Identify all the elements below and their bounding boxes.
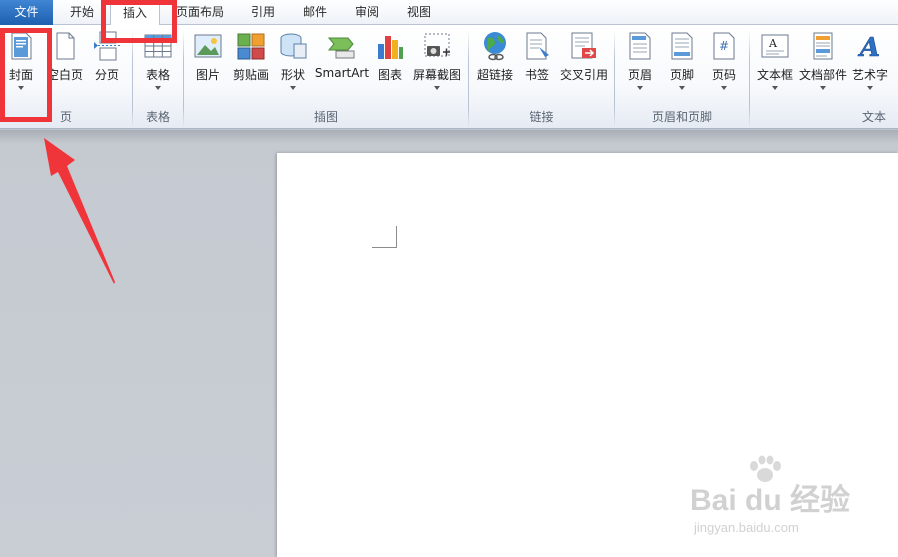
smartart-icon bbox=[327, 37, 355, 59]
red-arrow-annotation bbox=[44, 138, 115, 284]
globe-link-icon bbox=[484, 32, 506, 61]
chart-button[interactable]: 图表 bbox=[372, 28, 408, 102]
screenshot-button[interactable]: 屏幕截图 bbox=[413, 28, 461, 102]
insert-tab-highlight bbox=[101, 0, 177, 43]
group-label-links: 链接 bbox=[529, 110, 554, 124]
cover-button-highlight bbox=[0, 28, 52, 122]
text-box-button[interactable]: A 文本框 bbox=[756, 28, 794, 102]
page-number-icon: # bbox=[713, 32, 735, 60]
svg-text:#: # bbox=[719, 39, 729, 53]
chevron-down-icon bbox=[867, 86, 873, 90]
svg-text:A: A bbox=[768, 37, 778, 50]
svg-text:A: A bbox=[857, 33, 880, 62]
screenshot-icon bbox=[424, 33, 450, 57]
hyperlink-button[interactable]: 超链接 bbox=[476, 28, 514, 102]
page-number-button[interactable]: # 页码 bbox=[706, 28, 742, 102]
chevron-down-icon bbox=[290, 86, 296, 90]
tab-view[interactable]: 视图 bbox=[396, 0, 442, 25]
wordart-label: 艺术字 bbox=[851, 68, 888, 82]
picture-button[interactable]: 图片 bbox=[190, 28, 226, 102]
page-margin-corner-mark bbox=[372, 226, 397, 248]
chevron-down-icon bbox=[772, 86, 778, 90]
group-label-text: 文本 bbox=[862, 110, 887, 124]
blank-page-icon bbox=[56, 32, 75, 60]
text-box-icon: A bbox=[761, 34, 789, 58]
wordart-button[interactable]: A 艺术字 bbox=[852, 28, 888, 102]
footer-icon bbox=[671, 32, 693, 60]
tab-file[interactable]: 文件 bbox=[0, 0, 53, 25]
footer-button[interactable]: 页脚 bbox=[664, 28, 700, 102]
screenshot-label: 屏幕截图 bbox=[412, 68, 461, 82]
cross-reference-button[interactable]: 交叉引用 bbox=[560, 28, 608, 102]
page-break-label: 分页 bbox=[94, 68, 119, 82]
shapes-icon bbox=[280, 33, 307, 59]
bookmark-icon bbox=[526, 32, 549, 60]
clip-art-icon bbox=[237, 33, 265, 60]
shapes-button[interactable]: 形状 bbox=[275, 28, 311, 102]
quick-parts-icon bbox=[813, 32, 833, 60]
chart-icon bbox=[378, 36, 403, 59]
tab-mailings[interactable]: 邮件 bbox=[292, 0, 338, 25]
watermark: Bai du 经验 jingyan.baidu.com bbox=[690, 455, 890, 545]
group-label-tables: 表格 bbox=[145, 110, 170, 124]
wordart-icon: A bbox=[857, 33, 881, 62]
quick-parts-button[interactable]: 文档部件 bbox=[799, 28, 847, 102]
chevron-down-icon bbox=[721, 86, 727, 90]
chevron-down-icon bbox=[820, 86, 826, 90]
watermark-url: jingyan.baidu.com bbox=[694, 520, 799, 535]
header-button[interactable]: 页眉 bbox=[622, 28, 658, 102]
header-icon bbox=[629, 32, 651, 60]
bookmark-button[interactable]: 书签 bbox=[520, 28, 554, 102]
cross-reference-label: 交叉引用 bbox=[559, 68, 608, 82]
tab-review[interactable]: 审阅 bbox=[344, 0, 390, 25]
picture-icon bbox=[194, 34, 222, 58]
smartart-button[interactable]: SmartArt bbox=[315, 28, 369, 102]
page-number-label: 页码 bbox=[711, 68, 736, 82]
chevron-down-icon bbox=[434, 86, 440, 90]
watermark-brand: Bai du 经验 bbox=[690, 484, 851, 517]
tab-page-layout[interactable]: 页面布局 bbox=[170, 0, 230, 25]
clip-art-button[interactable]: 剪贴画 bbox=[233, 28, 269, 102]
cross-reference-icon bbox=[571, 32, 596, 59]
group-label-header-footer: 页眉和页脚 bbox=[651, 110, 712, 124]
chevron-down-icon bbox=[679, 86, 685, 90]
chevron-down-icon bbox=[155, 86, 161, 90]
tab-references[interactable]: 引用 bbox=[240, 0, 286, 25]
group-label-illustrations: 插图 bbox=[313, 110, 338, 124]
table-label: 表格 bbox=[145, 68, 170, 82]
chevron-down-icon bbox=[637, 86, 643, 90]
